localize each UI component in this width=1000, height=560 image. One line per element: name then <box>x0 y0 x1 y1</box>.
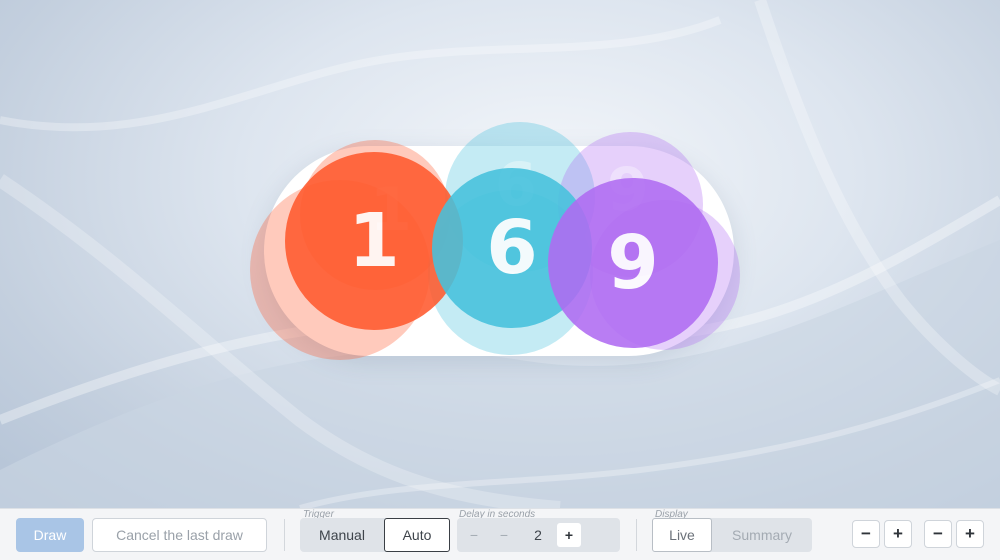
divider <box>284 519 285 551</box>
control-toolbar: Draw Cancel the last draw Trigger Manual… <box>0 508 1000 560</box>
delay-stepper: − − 2 + <box>457 518 620 552</box>
display-summary-option[interactable]: Summary <box>712 518 812 552</box>
zoom-in-button[interactable]: + <box>884 520 912 548</box>
delay-value: 2 <box>534 527 542 543</box>
delay-increase-button[interactable]: + <box>557 523 581 547</box>
display-live-option[interactable]: Live <box>652 518 712 552</box>
zoom-out-button[interactable]: − <box>852 520 880 548</box>
trigger-manual-option[interactable]: Manual <box>300 518 384 552</box>
size-decrease-button[interactable]: − <box>924 520 952 548</box>
trigger-auto-option[interactable]: Auto <box>384 518 450 552</box>
size-increase-button[interactable]: + <box>956 520 984 548</box>
trigger-toggle: Manual Auto <box>300 518 450 552</box>
draw-button[interactable]: Draw <box>16 518 84 552</box>
ball-number: 1 <box>348 198 400 284</box>
ball-9: 9 <box>548 178 718 348</box>
delay-decrease-button[interactable]: − <box>492 523 516 547</box>
display-toggle: Live Summary <box>652 518 812 552</box>
ball-number: 9 <box>607 220 659 306</box>
cancel-last-draw-button[interactable]: Cancel the last draw <box>92 518 267 552</box>
ball-number: 6 <box>486 205 538 291</box>
divider <box>636 519 637 551</box>
draw-stage: 1 6 9 1 6 9 <box>0 0 1000 508</box>
delay-decrease-fast-button[interactable]: − <box>462 523 486 547</box>
